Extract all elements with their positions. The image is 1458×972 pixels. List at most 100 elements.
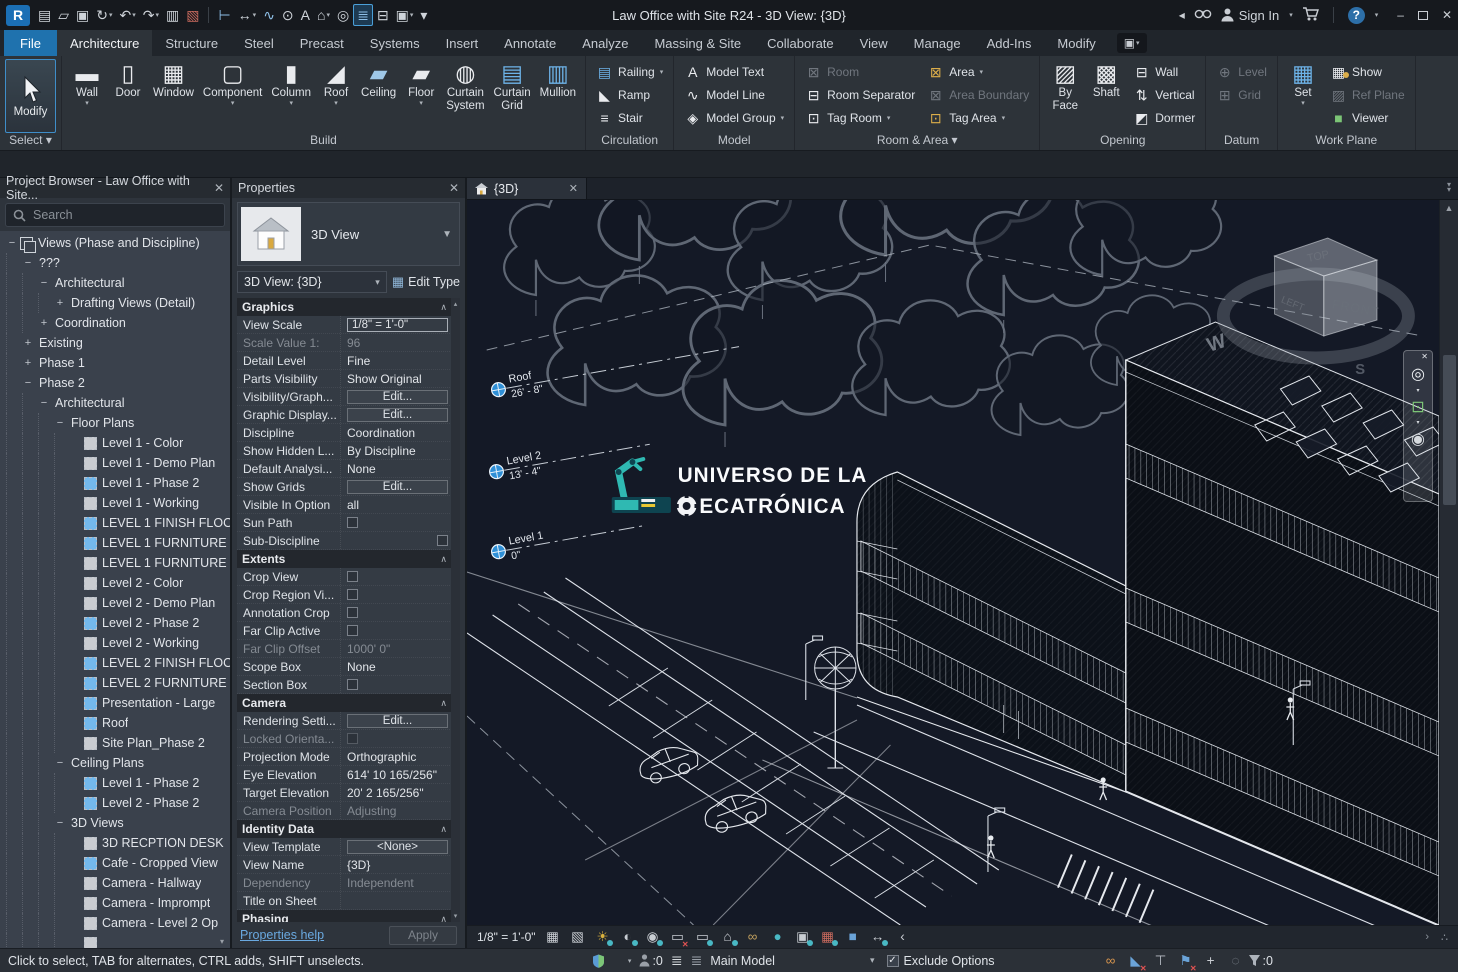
tab-collaborate[interactable]: Collaborate: [754, 30, 847, 56]
default-3d-view-icon[interactable]: ⌂▾: [314, 4, 333, 26]
workset-list-icon[interactable]: ≣: [691, 952, 703, 969]
selection-filter[interactable]: :0: [1248, 954, 1273, 968]
tab-massing-site[interactable]: Massing & Site: [641, 30, 754, 56]
ribbon-button-roof[interactable]: ◢Roof▾: [316, 58, 356, 133]
aligned-dimension-icon[interactable]: ↔▾: [235, 4, 260, 26]
ribbon-button-room-separator[interactable]: ⊟Room Separator: [800, 84, 920, 106]
file-properties-icon[interactable]: ▤: [35, 4, 54, 26]
tree-item-level-2-phase-2[interactable]: Level 2 - Phase 2: [0, 793, 230, 813]
reveal-hidden-elements-icon[interactable]: ∞: [745, 929, 761, 945]
tree-item-level-2-working[interactable]: Level 2 - Working: [0, 633, 230, 653]
instance-selector[interactable]: 3D View: {3D}▾: [237, 271, 387, 293]
shadows-icon[interactable]: ◐: [620, 929, 636, 945]
ribbon-button-column[interactable]: ▮Column▾: [267, 58, 315, 133]
close-icon[interactable]: ✕: [449, 181, 459, 195]
workset-dropdown-icon[interactable]: ▾: [870, 955, 875, 966]
collapse-bar-icon[interactable]: ‹: [895, 929, 911, 945]
communication-center-icon[interactable]: [1194, 7, 1212, 23]
tree-item-3d-views[interactable]: −3D Views: [0, 813, 230, 833]
tree-item-site-plan-phase-2[interactable]: Site Plan_Phase 2: [0, 733, 230, 753]
tree-item-level-2-finish-floo[interactable]: LEVEL 2 FINISH FLOO: [0, 653, 230, 673]
ribbon-button-model-group[interactable]: ◈Model Group▾: [679, 107, 789, 129]
scrollbar-thumb[interactable]: [1443, 355, 1456, 505]
tab-systems[interactable]: Systems: [357, 30, 433, 56]
worksharing-icon[interactable]: [592, 954, 605, 968]
tree-item-item[interactable]: −???: [0, 253, 230, 273]
ribbon-button-ceiling[interactable]: ▰Ceiling: [357, 58, 400, 133]
tree-item-camera-imprompt[interactable]: Camera - Imprompt: [0, 893, 230, 913]
prop-check-crop-region-vi[interactable]: [347, 589, 358, 600]
crop-view-icon[interactable]: ▭✕: [670, 929, 686, 945]
apply-button[interactable]: Apply: [389, 926, 457, 945]
panel-label-room-area[interactable]: Room & Area ▾: [795, 133, 1039, 150]
editable-only-toggle[interactable]: :0: [639, 954, 662, 968]
tree-item-level-1-demo-plan[interactable]: Level 1 - Demo Plan: [0, 453, 230, 473]
ribbon-button-railing[interactable]: ▤Railing▾: [591, 61, 668, 83]
section-graphics[interactable]: Graphics∧: [237, 298, 460, 316]
drag-on-selection-icon[interactable]: +: [1203, 953, 1219, 969]
prop-check-far-clip-active[interactable]: [347, 625, 358, 636]
tree-item-phase-2[interactable]: −Phase 2: [0, 373, 230, 393]
select-links-icon[interactable]: ∞: [1103, 953, 1119, 969]
minimize-button[interactable]: –: [1397, 8, 1404, 22]
ribbon-button-tag-area[interactable]: ⊡Tag Area▾: [922, 107, 1034, 129]
tree-item-architectural[interactable]: −Architectural: [0, 273, 230, 293]
open-icon[interactable]: ▱: [55, 4, 72, 26]
ribbon-button-tag-room[interactable]: ⊡Tag Room▾: [800, 107, 920, 129]
displace-elements-icon[interactable]: ■: [845, 929, 861, 945]
tree-item-floor-plans[interactable]: −Floor Plans: [0, 413, 230, 433]
measure-icon[interactable]: ↔: [870, 929, 886, 945]
model-line-icon[interactable]: ∿: [260, 4, 278, 26]
ribbon-button-curtain-system[interactable]: ◍CurtainSystem: [442, 58, 488, 133]
ribbon-button-wall[interactable]: ▬Wall▾: [67, 58, 107, 133]
view-tab-3d[interactable]: {3D} ✕: [467, 178, 587, 199]
prop-button-show-grids[interactable]: Edit...: [347, 480, 448, 494]
prop-check-annotation-crop[interactable]: [347, 607, 358, 618]
undo-icon[interactable]: ↶▾: [117, 4, 139, 26]
ribbon-button-ramp[interactable]: ◣Ramp: [591, 84, 668, 106]
tab-architecture[interactable]: Architecture: [57, 30, 152, 56]
collapse-toggle[interactable]: −: [54, 817, 66, 829]
orbit-icon[interactable]: ◉: [1411, 427, 1425, 453]
section-camera[interactable]: Camera∧: [237, 694, 460, 712]
expand-toggle[interactable]: +: [54, 297, 66, 309]
scroll-up-icon[interactable]: ▴: [454, 300, 458, 308]
customize-qat-icon[interactable]: ▾: [417, 4, 430, 26]
tab-manage[interactable]: Manage: [901, 30, 974, 56]
save-icon[interactable]: ▣: [73, 4, 92, 26]
tab-file[interactable]: File: [4, 30, 57, 56]
car[interactable]: [701, 789, 769, 836]
properties-help-link[interactable]: Properties help: [240, 928, 324, 942]
select-by-face-icon[interactable]: ⚑✕: [1178, 953, 1194, 969]
collapse-toggle[interactable]: −: [54, 757, 66, 769]
tree-scrollbar[interactable]: ▾: [217, 937, 227, 946]
tab-view[interactable]: View: [847, 30, 901, 56]
properties-scrollbar[interactable]: ▴▾: [451, 298, 460, 922]
ribbon-button-mullion[interactable]: ▥Mullion: [536, 58, 580, 133]
switch-windows-icon[interactable]: ▣▾: [393, 4, 417, 26]
text-icon[interactable]: A: [298, 4, 313, 26]
next-pane-icon[interactable]: ›: [1425, 931, 1429, 944]
help-icon[interactable]: ?: [1348, 7, 1365, 24]
ribbon-button-stair[interactable]: ≡Stair: [591, 107, 668, 129]
type-selector[interactable]: 3D View ▼: [237, 202, 460, 266]
ribbon-button-by-face[interactable]: ▨ByFace: [1045, 58, 1085, 133]
select-underlay-icon[interactable]: ◣✕: [1128, 953, 1144, 969]
tab-precast[interactable]: Precast: [287, 30, 357, 56]
tab-analyze[interactable]: Analyze: [569, 30, 641, 56]
section-phasing[interactable]: Phasing∧: [237, 910, 460, 922]
tree-item-phase-1[interactable]: +Phase 1: [0, 353, 230, 373]
search-input[interactable]: Search: [5, 203, 225, 227]
ribbon-button-show[interactable]: ▦Show: [1325, 61, 1410, 83]
panel-label-select[interactable]: Select ▾: [0, 133, 61, 150]
collapse-toggle[interactable]: −: [22, 377, 34, 389]
prop-button-rendering-setti[interactable]: Edit...: [347, 714, 448, 728]
ribbon-button-curtain-grid[interactable]: ▤CurtainGrid: [490, 58, 535, 133]
collapse-toggle[interactable]: −: [38, 397, 50, 409]
collapse-toggle[interactable]: −: [22, 257, 34, 269]
ribbon-button-dormer[interactable]: ◩Dormer: [1128, 107, 1200, 129]
tree-item-level-1-phase-2[interactable]: Level 1 - Phase 2: [0, 473, 230, 493]
ribbon-button-area[interactable]: ⊠Area▾: [922, 61, 1034, 83]
revit-logo[interactable]: R: [6, 5, 30, 26]
tab-add-ins[interactable]: Add-Ins: [974, 30, 1045, 56]
